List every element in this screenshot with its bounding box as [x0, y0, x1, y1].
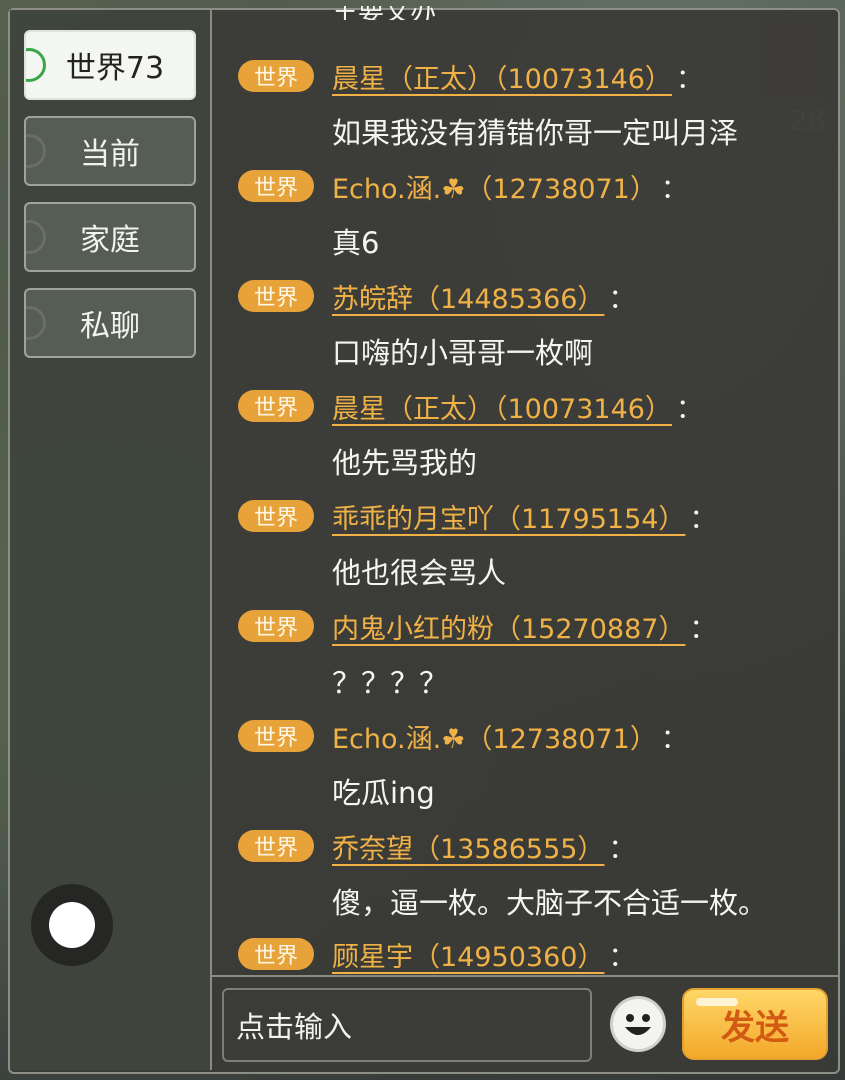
channel-badge: 世界: [238, 170, 314, 202]
tab-label: 家庭: [80, 223, 140, 258]
emoji-icon[interactable]: [610, 996, 666, 1052]
colon: ：: [608, 833, 636, 865]
chat-message: 世界 晨星（正太）（10073146） ： 如果我没有猜错你哥一定叫月泽: [238, 56, 838, 152]
tab-indicator-icon: [26, 306, 46, 340]
sender-name[interactable]: 苏皖辞（14485366）: [332, 277, 604, 316]
sender-name[interactable]: 晨星（正太）（10073146）: [332, 57, 672, 96]
channel-badge: 世界: [238, 830, 314, 862]
chat-message: 世界 苏皖辞（14485366） ： 口嗨的小哥哥一枚啊: [238, 276, 838, 372]
tab-world[interactable]: 世界73: [24, 30, 196, 100]
colon: ：: [660, 173, 688, 205]
message-text: 口嗨的小哥哥一枚啊: [332, 336, 594, 370]
chat-message: 世界 Echo.涵.☘（12738071） ： 真6: [238, 166, 838, 262]
chat-message: 世界 晨星（正太）（10073146） ： 他先骂我的: [238, 386, 838, 482]
chat-feed[interactable]: 世界 晨星（正太）（10073146） ： 如果我没有猜错你哥一定叫月泽 世界 …: [238, 0, 838, 975]
channel-badge: 世界: [238, 720, 314, 752]
colon: ：: [689, 613, 717, 645]
colon: ：: [608, 283, 636, 315]
chat-message: 世界 Echo.涵.☘（12738071） ： 吃瓜ing: [238, 716, 838, 812]
sender-name[interactable]: 乔奈望（13586555）: [332, 827, 604, 866]
sender-name[interactable]: Echo.涵.☘（12738071）: [332, 717, 657, 756]
tab-label: 私聊: [80, 309, 140, 344]
colon: ：: [608, 941, 636, 973]
colon: ：: [689, 503, 717, 535]
button-shine: [696, 998, 738, 1006]
joystick-knob: [49, 902, 95, 948]
tab-current[interactable]: 当前: [24, 116, 196, 186]
chat-message: 世界 乔奈望（13586555） ： 傻，逼一枚。大脑子不合适一枚。: [238, 826, 838, 922]
message-text: 如果我没有猜错你哥一定叫月泽: [332, 116, 739, 150]
sender-name[interactable]: 顾星宇（14950360）: [332, 935, 604, 974]
channel-badge: 世界: [238, 938, 314, 970]
channel-badge: 世界: [238, 500, 314, 532]
message-text: 他也很会骂人: [332, 556, 507, 590]
sender-name[interactable]: Echo.涵.☘（12738071）: [332, 167, 657, 206]
sender-name[interactable]: 晨星（正太）（10073146）: [332, 387, 672, 426]
colon: ：: [675, 63, 703, 95]
message-text: ？？？？: [332, 666, 449, 700]
sender-name[interactable]: 乖乖的月宝吖（11795154）: [332, 497, 685, 536]
channel-badge: 世界: [238, 60, 314, 92]
tab-label: 世界73: [65, 51, 165, 86]
chat-message: 世界 内鬼小红的粉（15270887） ： ？？？？: [238, 606, 838, 702]
message-text: 他先骂我的: [332, 446, 478, 480]
send-button[interactable]: 发送: [682, 988, 828, 1060]
tab-label: 当前: [80, 137, 140, 172]
tab-indicator-icon: [26, 134, 46, 168]
joystick-button[interactable]: [31, 884, 113, 966]
chat-message: 世界 顾星宇（14950360） ：: [238, 934, 838, 974]
tab-indicator-icon: [26, 48, 46, 82]
tab-private[interactable]: 私聊: [24, 288, 196, 358]
chat-input[interactable]: 点击输入: [222, 988, 592, 1062]
message-text: 吃瓜ing: [332, 776, 435, 810]
send-label: 发送: [721, 1007, 789, 1048]
channel-badge: 世界: [238, 280, 314, 312]
channel-badge: 世界: [238, 390, 314, 422]
tab-indicator-icon: [26, 220, 46, 254]
colon: ：: [660, 723, 688, 755]
channel-badge: 世界: [238, 610, 314, 642]
message-text: 真6: [332, 226, 380, 260]
colon: ：: [675, 393, 703, 425]
chat-message: 世界 乖乖的月宝吖（11795154） ： 他也很会骂人: [238, 496, 838, 592]
sender-name[interactable]: 内鬼小红的粉（15270887）: [332, 607, 685, 646]
message-text: 傻，逼一枚。大脑子不合适一枚。: [332, 886, 768, 920]
tab-family[interactable]: 家庭: [24, 202, 196, 272]
